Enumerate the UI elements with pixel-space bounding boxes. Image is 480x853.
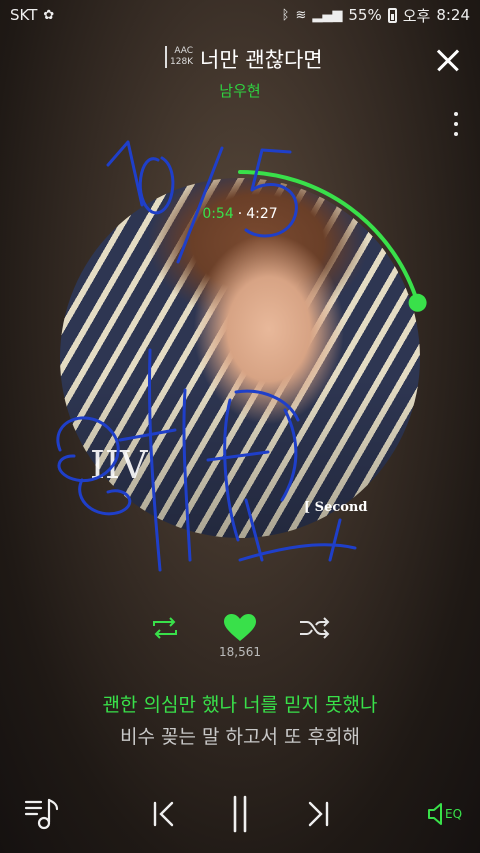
battery-icon <box>387 7 397 23</box>
next-icon[interactable] <box>300 790 336 838</box>
eq-label: EQ <box>444 807 463 821</box>
lyric-current[interactable]: 괜한 의심만 했나 너를 믿지 못했나 <box>0 690 480 717</box>
player-header: AAC 128K 너만 괜찮다면 남우현 <box>0 38 480 108</box>
clock-time: 8:24 <box>436 6 470 24</box>
current-time: 0:54 <box>202 206 234 222</box>
playback-bar: EQ <box>0 790 480 838</box>
app-notification-icon: ✿ <box>43 7 55 23</box>
clock-ampm: 오후 <box>402 6 431 25</box>
close-icon[interactable] <box>430 42 466 78</box>
wifi-icon: ≋ <box>295 7 307 23</box>
playlist-icon[interactable] <box>20 790 64 838</box>
album-logo-text: IIV <box>90 443 148 487</box>
eq-icon[interactable]: EQ <box>420 790 468 838</box>
quality-codec: AAC <box>174 46 194 56</box>
quality-badge: AAC 128K <box>165 46 193 68</box>
pause-icon[interactable] <box>222 790 258 838</box>
album-art-container[interactable]: IIV [ Second 0:54 · 4:27 <box>60 170 427 538</box>
like-count: 18,561 <box>219 645 261 659</box>
album-subtitle-text: [ Second <box>304 500 368 515</box>
previous-icon[interactable] <box>146 790 182 838</box>
heart-icon[interactable] <box>222 612 258 644</box>
shuffle-icon[interactable] <box>297 612 333 644</box>
lyric-next[interactable]: 비수 꽂는 말 하고서 또 후회해 <box>0 722 480 749</box>
repeat-icon[interactable] <box>147 612 183 644</box>
signal-icon: ▂▄▆ <box>312 7 343 23</box>
carrier-label: SKT <box>10 6 38 24</box>
time-separator: · <box>237 206 243 222</box>
battery-percent: 55% <box>348 6 382 24</box>
quality-bitrate: 128K <box>170 57 194 67</box>
song-title: 너만 괜찮다면 <box>200 48 323 72</box>
status-bar: SKT ✿ ᛒ ≋ ▂▄▆ 55% 오후 8:24 <box>0 0 480 30</box>
artist-name[interactable]: 남우현 <box>0 80 480 101</box>
time-display: 0:54 · 4:27 <box>60 206 420 222</box>
bluetooth-icon: ᛒ <box>281 7 290 23</box>
total-time: 4:27 <box>246 206 278 222</box>
more-icon[interactable] <box>452 112 460 136</box>
